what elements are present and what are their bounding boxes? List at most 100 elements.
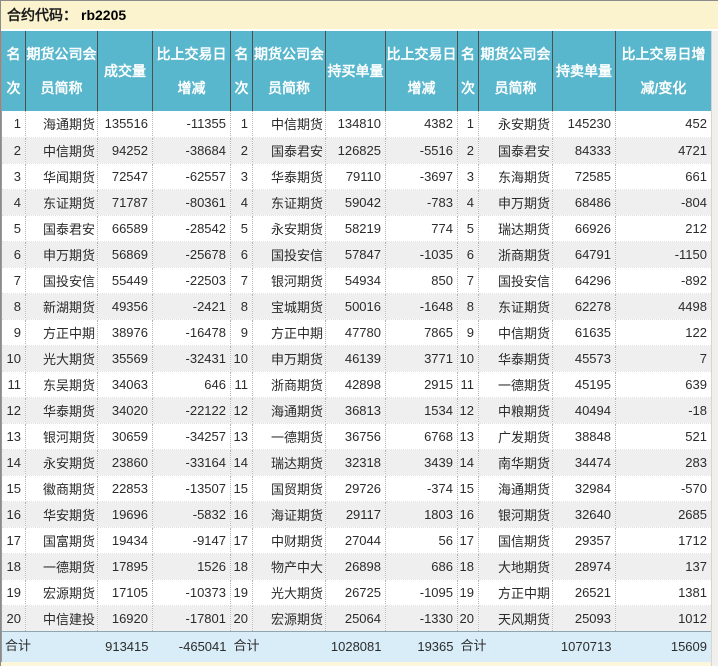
company-cell: 申万期货 xyxy=(252,345,326,372)
sell-volume-cell: 38848 xyxy=(552,423,616,450)
volume-cell: 34020 xyxy=(97,397,153,424)
col-header-company: 期货公司会 员简称 xyxy=(478,31,553,111)
rank-cell: 9 xyxy=(457,319,479,346)
buy-volume-cell: 42898 xyxy=(325,371,386,398)
rank-cell: 3 xyxy=(230,163,253,190)
volume-change-cell: -22122 xyxy=(152,397,231,424)
rank-cell: 12 xyxy=(457,397,479,424)
buy-volume-cell: 134810 xyxy=(325,111,386,138)
rank-cell: 19 xyxy=(457,579,479,606)
table-row: 18 一德期货 17895 1526 18 物产中大 26898 686 18 大地期货 28974… xyxy=(1,553,712,580)
volume-change-cell: -9147 xyxy=(152,527,231,554)
volume-change-cell: -5832 xyxy=(152,501,231,528)
buy-change-cell: 850 xyxy=(385,267,458,294)
rank-cell: 6 xyxy=(230,241,253,268)
total-buy-volume: 1028081 xyxy=(325,630,386,662)
buy-change-cell: -1095 xyxy=(385,579,458,606)
volume-cell: 56869 xyxy=(97,241,153,268)
table-row: 7 国投安信 55449 -22503 7 银河期货 54934 850 7 国投安信 64296-… xyxy=(1,267,712,294)
company-cell: 华安期货 xyxy=(25,501,98,528)
company-cell: 新湖期货 xyxy=(25,293,98,320)
sell-volume-cell: 25093 xyxy=(552,605,616,632)
company-cell: 国泰君安 xyxy=(478,137,553,164)
volume-cell: 66589 xyxy=(97,215,153,242)
rank-cell: 11 xyxy=(457,371,479,398)
company-cell: 海通期货 xyxy=(252,397,326,424)
rank-cell: 4 xyxy=(230,189,253,216)
company-cell: 华泰期货 xyxy=(25,397,98,424)
total-label: 合计 xyxy=(457,630,487,662)
sell-change-cell: 137 xyxy=(615,553,712,580)
volume-change-cell: 1526 xyxy=(152,553,231,580)
total-empty-cell xyxy=(25,630,98,662)
company-cell: 天风期货 xyxy=(478,605,553,632)
sell-change-cell: 4721 xyxy=(615,137,712,164)
rank-cell: 18 xyxy=(457,553,479,580)
company-cell: 南华期货 xyxy=(478,449,553,476)
sell-volume-cell: 61635 xyxy=(552,319,616,346)
rank-cell: 15 xyxy=(230,475,253,502)
sell-volume-cell: 32984 xyxy=(552,475,616,502)
rank-cell: 1 xyxy=(230,111,253,138)
sell-change-cell: 661 xyxy=(615,163,712,190)
rank-cell: 8 xyxy=(1,293,26,320)
rank-cell: 14 xyxy=(457,449,479,476)
rank-cell: 2 xyxy=(230,137,253,164)
rank-cell: 1 xyxy=(1,111,26,138)
table-row: 4 东证期货 71787 -80361 4 东证期货 59042 -783 4 申万期货 68486… xyxy=(1,189,712,216)
company-cell: 光大期货 xyxy=(252,579,326,606)
company-cell: 海通期货 xyxy=(478,475,553,502)
company-cell: 一德期货 xyxy=(25,553,98,580)
sell-change-cell: 7 xyxy=(615,345,712,372)
rank-cell: 18 xyxy=(230,553,253,580)
rank-cell: 5 xyxy=(457,215,479,242)
table-row: 6 申万期货 56869 -25678 6 国投安信 57847 -1035 6 浙商期货 6479… xyxy=(1,241,712,268)
company-cell: 一德期货 xyxy=(478,371,553,398)
volume-cell: 17895 xyxy=(97,553,153,580)
rank-cell: 12 xyxy=(1,397,26,424)
scrollbar-track[interactable] xyxy=(711,31,718,666)
table-row: 3 华闻期货 72547 -62557 3 华泰期货 79110 -3697 3 东海期货 7258… xyxy=(1,163,712,190)
col-header-buy-volume: 持买单量 xyxy=(325,31,386,111)
rank-cell: 11 xyxy=(230,371,253,398)
rank-cell: 15 xyxy=(457,475,479,502)
col-header-sell-change: 比上交易日增 减/变化 xyxy=(615,31,712,111)
volume-cell: 23860 xyxy=(97,449,153,476)
company-cell: 方正中期 xyxy=(252,319,326,346)
col-header-company: 期货公司会 员简称 xyxy=(25,31,98,111)
rank-cell: 13 xyxy=(457,423,479,450)
rank-cell: 2 xyxy=(1,137,26,164)
sell-volume-cell: 45573 xyxy=(552,345,616,372)
table-area: 名次 期货公司会 员简称 成交量 比上交易日 增减 名次 期货公司会 员简称 持买单量… xyxy=(1,31,718,662)
table-row: 17 国富期货 19434 -9147 17 中财期货 27044 56 17 国信期货 29357… xyxy=(1,527,712,554)
volume-change-cell: -25678 xyxy=(152,241,231,268)
rank-cell: 17 xyxy=(230,527,253,554)
buy-volume-cell: 29726 xyxy=(325,475,386,502)
volume-change-cell: -17801 xyxy=(152,605,231,632)
rank-cell: 15 xyxy=(1,475,26,502)
company-cell: 永安期货 xyxy=(478,111,553,138)
company-cell: 国泰君安 xyxy=(252,137,326,164)
rank-cell: 16 xyxy=(457,501,479,528)
rank-cell: 7 xyxy=(1,267,26,294)
total-label: 合计 xyxy=(230,630,260,662)
company-cell: 瑞达期货 xyxy=(478,215,553,242)
company-cell: 东证期货 xyxy=(252,189,326,216)
company-cell: 银河期货 xyxy=(478,501,553,528)
company-cell: 东海期货 xyxy=(478,163,553,190)
volume-cell: 17105 xyxy=(97,579,153,606)
rank-cell: 20 xyxy=(457,605,479,632)
volume-cell: 16920 xyxy=(97,605,153,632)
rank-cell: 3 xyxy=(1,163,26,190)
volume-change-cell: -22503 xyxy=(152,267,231,294)
buy-change-cell: -1648 xyxy=(385,293,458,320)
company-cell: 华泰期货 xyxy=(252,163,326,190)
buy-change-cell: -5516 xyxy=(385,137,458,164)
sell-change-cell: 1712 xyxy=(615,527,712,554)
total-volume-change: -465041 xyxy=(152,630,231,662)
volume-change-cell: -32431 xyxy=(152,345,231,372)
total-buy-change: 19365 xyxy=(385,630,458,662)
table-row: 13 银河期货 30659 -34257 13 一德期货 36756 6768 13 广发期货 38… xyxy=(1,423,712,450)
company-cell: 永安期货 xyxy=(25,449,98,476)
rank-cell: 13 xyxy=(230,423,253,450)
